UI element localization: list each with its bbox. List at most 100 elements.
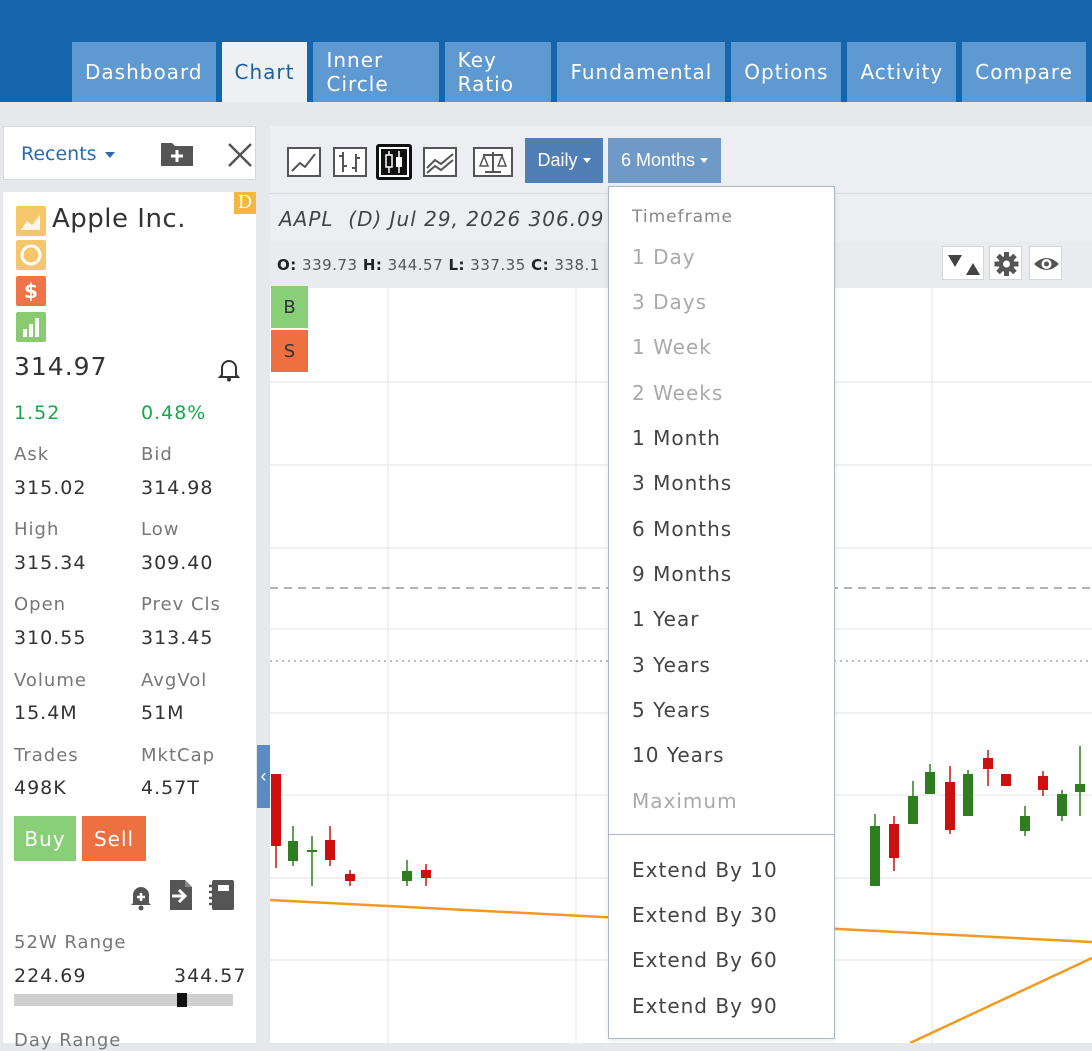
range52-label: 52W Range	[14, 932, 127, 953]
main-tabs: Dashboard Chart Inner Circle Key Ratio F…	[72, 42, 1092, 102]
menu-item-extend-60[interactable]: Extend By 60	[632, 948, 778, 972]
candle-body	[307, 850, 317, 852]
circle-icon[interactable]	[16, 240, 46, 270]
menu-item-1-week: 1 Week	[632, 335, 712, 359]
lower-trendline	[909, 956, 1092, 1043]
candle-body	[889, 824, 899, 858]
menu-item-10-years[interactable]: 10 Years	[632, 743, 725, 767]
close-icon[interactable]	[226, 141, 254, 169]
menu-item-maximum: Maximum	[632, 789, 738, 813]
trades-label: Trades	[14, 745, 79, 766]
symbol-line: AAPL (D) Jul 29, 2026 306.09	[279, 207, 605, 231]
h-label: H:	[362, 256, 383, 274]
l-label: L:	[448, 256, 465, 274]
bid-label: Bid	[141, 444, 173, 465]
candle-body	[983, 758, 993, 769]
menu-item-6-months[interactable]: 6 Months	[632, 517, 732, 541]
svg-text:$: $	[24, 279, 38, 303]
compare-scale-icon[interactable]	[472, 144, 514, 180]
settings-button[interactable]	[989, 246, 1022, 280]
candle-body	[908, 796, 918, 824]
menu-header: Timeframe	[632, 207, 734, 227]
dayrange-label: Day Range	[14, 1030, 122, 1051]
tab-compare[interactable]: Compare	[962, 42, 1086, 102]
menu-item-extend-30[interactable]: Extend By 30	[632, 903, 778, 927]
range52-marker	[177, 993, 187, 1007]
candle-body	[421, 870, 431, 878]
tab-key-ratio[interactable]: Key Ratio	[444, 42, 552, 102]
avgvol-value: 51M	[141, 702, 185, 724]
timeframe-menu: Timeframe 1 Day 3 Days 1 Week 2 Weeks 1 …	[608, 186, 835, 1039]
menu-item-3-days: 3 Days	[632, 290, 707, 314]
bid-value: 314.98	[141, 477, 214, 499]
high-label: High	[14, 519, 60, 540]
candlestick-icon[interactable]	[376, 144, 412, 180]
menu-item-1-year[interactable]: 1 Year	[632, 607, 699, 631]
drawing-tools-button[interactable]	[942, 246, 984, 280]
avgvol-label: AvgVol	[141, 670, 208, 691]
buy-marker-button[interactable]: B	[271, 286, 308, 328]
ohlc-bar-icon[interactable]	[332, 144, 368, 180]
menu-item-9-months[interactable]: 9 Months	[632, 562, 732, 586]
export-document-icon[interactable]	[166, 878, 196, 912]
candle-body	[963, 774, 973, 816]
menu-item-3-years[interactable]: 3 Years	[632, 653, 711, 677]
add-alert-icon[interactable]	[127, 882, 155, 912]
tab-dashboard[interactable]: Dashboard	[72, 42, 216, 102]
add-folder-icon[interactable]	[160, 139, 194, 167]
candle-body	[402, 871, 412, 881]
sell-button[interactable]: Sell	[82, 816, 146, 861]
last-price: 314.97	[14, 352, 108, 381]
chart-icon[interactable]	[16, 206, 46, 236]
menu-item-1-month[interactable]: 1 Month	[632, 426, 721, 450]
menu-item-extend-10[interactable]: Extend By 10	[632, 858, 778, 882]
menu-item-3-months[interactable]: 3 Months	[632, 471, 732, 495]
open-label: Open	[14, 594, 67, 615]
candle-body	[1038, 776, 1048, 790]
buy-button[interactable]: Buy	[14, 816, 76, 861]
candle-body	[870, 826, 880, 886]
volume-value: 15.4M	[14, 702, 78, 724]
interval-dropdown[interactable]: Daily	[525, 138, 603, 183]
period-dropdown[interactable]: 6 Months	[608, 138, 721, 183]
triangle-tools-icon	[948, 255, 980, 275]
chart-toolbar: Daily 6 Months	[270, 126, 1092, 194]
visibility-button[interactable]	[1029, 246, 1062, 280]
range52-high: 344.57	[174, 965, 247, 987]
range52-low: 224.69	[14, 965, 87, 987]
menu-item-extend-90[interactable]: Extend By 90	[632, 994, 778, 1018]
volume-label: Volume	[14, 670, 87, 691]
candle-body	[325, 840, 335, 860]
price-change: 1.52	[14, 402, 61, 424]
tab-options[interactable]: Options	[731, 42, 842, 102]
eye-icon	[1034, 258, 1059, 270]
bar-chart-icon[interactable]	[16, 312, 46, 342]
l-value: 337.35	[470, 256, 526, 274]
tab-chart[interactable]: Chart	[221, 42, 308, 102]
line-chart-icon[interactable]	[286, 144, 322, 180]
sell-marker-button[interactable]: S	[271, 330, 308, 372]
tab-inner-circle[interactable]: Inner Circle	[313, 42, 439, 102]
collapse-panel-button[interactable]: ‹	[257, 745, 270, 808]
candle-body	[1020, 816, 1030, 831]
menu-item-5-years[interactable]: 5 Years	[632, 698, 711, 722]
notebook-icon[interactable]	[206, 878, 238, 912]
tab-activity[interactable]: Activity	[847, 42, 957, 102]
area-chart-icon[interactable]	[422, 144, 458, 180]
menu-item-1-day: 1 Day	[632, 245, 696, 269]
quote-panel: D $ Apple Inc. 314.97 1.52 0.48% Ask Bid…	[3, 192, 256, 1051]
candle-body	[1057, 794, 1067, 816]
tab-fundamental[interactable]: Fundamental	[557, 42, 726, 102]
o-value: 339.73	[302, 256, 358, 274]
open-value: 310.55	[14, 627, 87, 649]
range52-bar	[14, 993, 233, 1007]
high-value: 315.34	[14, 552, 87, 574]
mktcap-label: MktCap	[141, 745, 216, 766]
price-change-pct: 0.48%	[141, 402, 207, 424]
candle-body	[945, 782, 955, 830]
left-panel: Recents D $ Apple Inc. 314.97 1.52 0.48%…	[0, 124, 258, 1051]
recents-dropdown[interactable]: Recents	[21, 143, 115, 165]
delay-badge: D	[234, 192, 256, 214]
dollar-icon[interactable]: $	[16, 276, 46, 306]
bell-icon[interactable]	[217, 356, 241, 382]
